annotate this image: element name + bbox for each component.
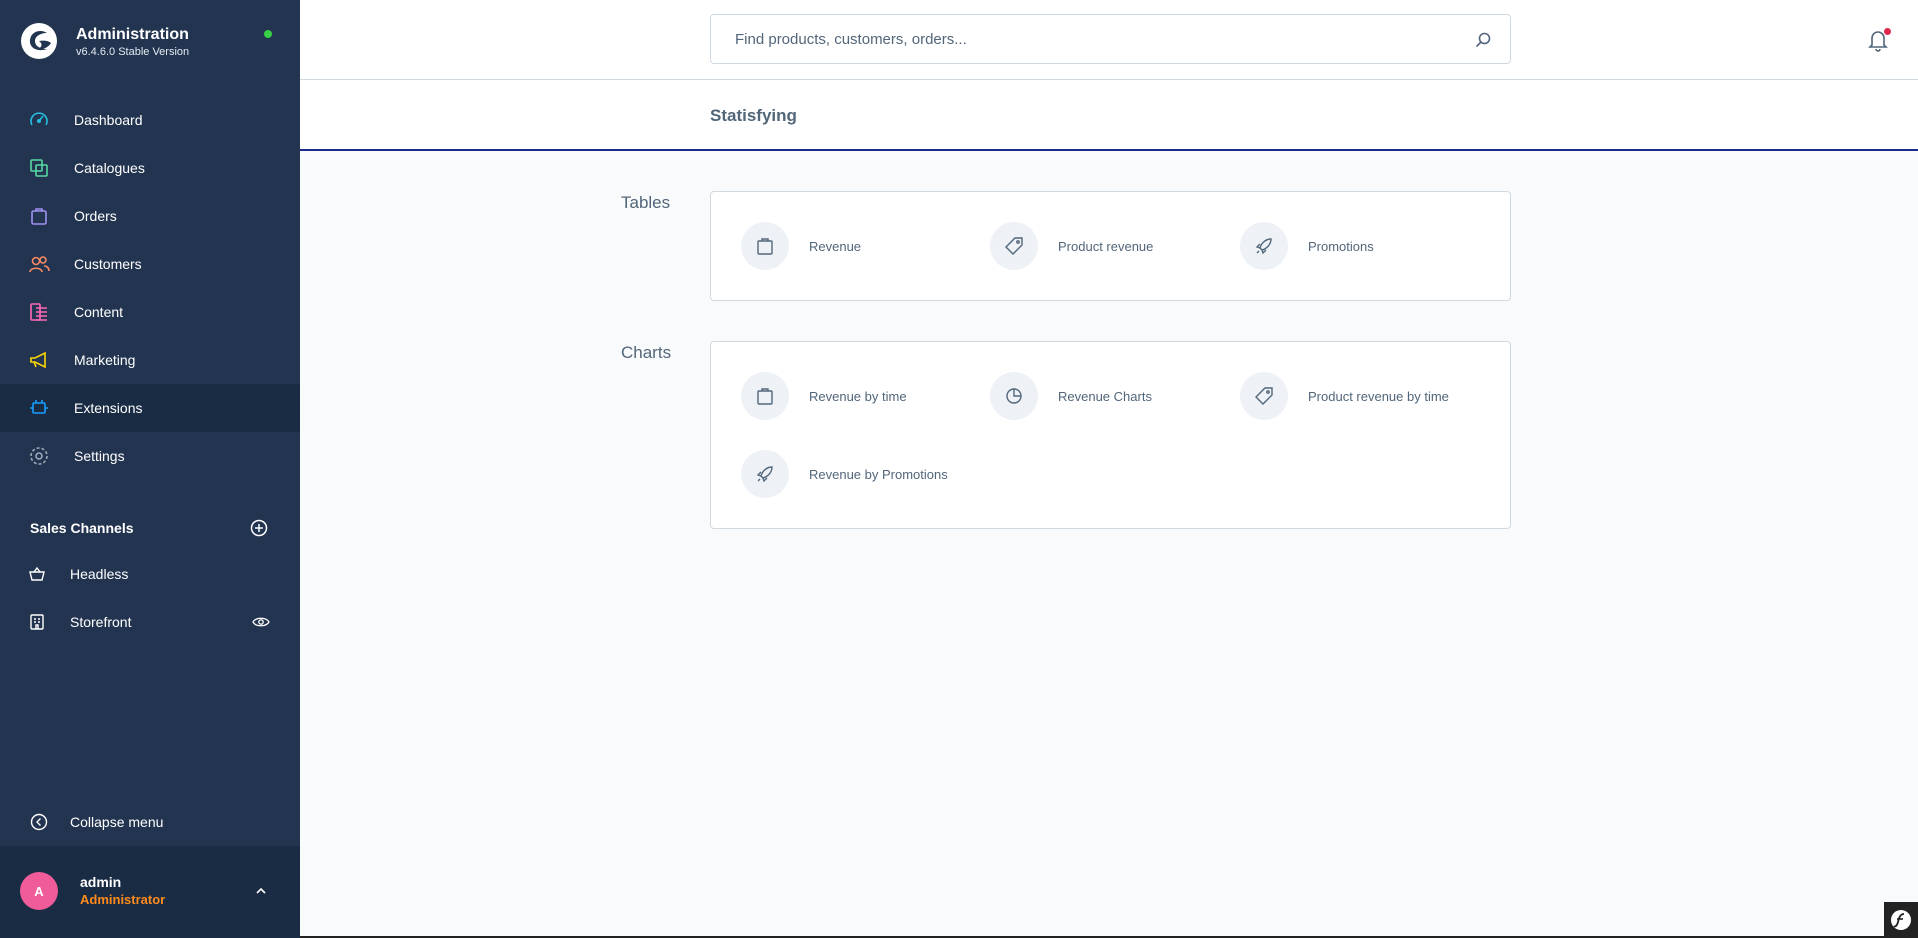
bag-icon (757, 238, 773, 255)
main-nav: Dashboard Catalogues Orders Customers Co… (0, 96, 300, 480)
rocket-icon (756, 466, 773, 483)
page-title: Statisfying (710, 106, 797, 125)
add-sales-channel-icon[interactable] (250, 519, 268, 537)
catalogues-icon (30, 159, 48, 177)
tile-revenue[interactable]: Revenue (741, 222, 971, 272)
symfony-toolbar-toggle[interactable] (1884, 902, 1918, 938)
tables-card: Revenue Product revenue Promotions (710, 191, 1511, 301)
app-version: v6.4.6.0 Stable Version (76, 46, 190, 58)
topbar (300, 0, 1918, 80)
bag-icon (757, 388, 773, 405)
tile-icon-circle (990, 372, 1038, 420)
tile-icon-circle (741, 222, 789, 270)
status-dot (264, 30, 272, 38)
nav-label: Orders (74, 208, 117, 224)
nav-label: Dashboard (74, 112, 143, 128)
storefront-icon (30, 614, 44, 630)
basket-icon (29, 566, 45, 581)
collapse-menu-button[interactable]: Collapse menu (0, 800, 300, 844)
pie-chart-icon (1006, 388, 1022, 404)
symfony-logo-icon (1891, 910, 1911, 930)
nav-item-orders[interactable]: Orders (0, 192, 300, 240)
nav-label: Catalogues (74, 160, 145, 176)
nav-label: Extensions (74, 400, 143, 416)
tile-icon-circle (990, 222, 1038, 270)
avatar: A (20, 872, 58, 910)
orders-icon (31, 208, 47, 225)
brand: Administration v6.4.6.0 Stable Version (20, 22, 280, 62)
tile-icon-circle (1240, 372, 1288, 420)
tile-label: Product revenue (1058, 239, 1154, 254)
shopware-logo-icon (21, 23, 57, 59)
sales-channel-label: Storefront (70, 614, 132, 630)
tile-label: Revenue Charts (1058, 389, 1152, 404)
section-label-tables: Tables (621, 193, 671, 212)
dashboard-icon (30, 112, 48, 126)
extensions-icon (30, 400, 48, 414)
tile-promotions[interactable]: Promotions (1240, 222, 1470, 272)
tile-revenue-by-time[interactable]: Revenue by time (741, 372, 971, 422)
tile-icon-circle (1240, 222, 1288, 270)
tile-icon-circle (741, 450, 789, 498)
content-icon (30, 303, 47, 321)
nav-item-extensions[interactable]: Extensions (0, 384, 300, 432)
search-input[interactable] (735, 15, 1455, 63)
rocket-icon (1255, 238, 1272, 255)
sales-channel-item-headless[interactable]: Headless (0, 552, 300, 596)
nav-label: Content (74, 304, 124, 320)
page-header: Statisfying (300, 80, 1918, 151)
user-role: Administrator (80, 892, 166, 907)
eye-icon[interactable] (252, 615, 270, 629)
settings-icon (30, 447, 48, 465)
nav-item-dashboard[interactable]: Dashboard (0, 96, 300, 144)
tile-revenue-charts[interactable]: Revenue Charts (990, 372, 1220, 422)
nav-item-marketing[interactable]: Marketing (0, 336, 300, 384)
sales-channels-header: Sales Channels (30, 520, 134, 536)
app-title: Administration (76, 26, 189, 43)
tile-revenue-by-promotions[interactable]: Revenue by Promotions (741, 450, 971, 500)
tile-label: Revenue by time (809, 389, 907, 404)
marketing-icon (30, 351, 46, 369)
search-icon[interactable] (1474, 31, 1492, 49)
sales-channel-item-storefront[interactable]: Storefront (0, 600, 300, 644)
charts-card: Revenue by time Revenue Charts Product r… (710, 341, 1511, 529)
global-search (710, 14, 1511, 64)
tag-icon (1255, 387, 1273, 405)
tile-label: Revenue (809, 239, 862, 254)
nav-label: Marketing (74, 352, 136, 368)
tile-label: Promotions (1308, 239, 1374, 254)
notification-badge (1884, 28, 1891, 35)
nav-item-settings[interactable]: Settings (0, 432, 300, 480)
nav-label: Settings (74, 448, 125, 464)
tile-product-revenue[interactable]: Product revenue (990, 222, 1220, 272)
user-menu[interactable]: A admin Administrator (0, 846, 300, 938)
tile-product-revenue-by-time[interactable]: Product revenue by time (1240, 372, 1470, 422)
tile-icon-circle (741, 372, 789, 420)
section-label-charts: Charts (621, 343, 672, 362)
nav-item-content[interactable]: Content (0, 288, 300, 336)
nav-label: Customers (74, 256, 142, 272)
nav-item-customers[interactable]: Customers (0, 240, 300, 288)
user-name: admin (80, 874, 122, 890)
collapse-menu-label: Collapse menu (70, 814, 164, 830)
customers-icon (29, 256, 50, 273)
sidebar: Administration v6.4.6.0 Stable Version D… (0, 0, 300, 938)
tag-icon (1005, 237, 1023, 255)
tile-label: Revenue by Promotions (809, 467, 948, 482)
nav-item-catalogues[interactable]: Catalogues (0, 144, 300, 192)
tile-label: Product revenue by time (1308, 389, 1449, 404)
chevron-left-circle-icon (30, 813, 48, 831)
chevron-up-icon[interactable] (254, 884, 268, 898)
sales-channel-label: Headless (70, 566, 129, 582)
